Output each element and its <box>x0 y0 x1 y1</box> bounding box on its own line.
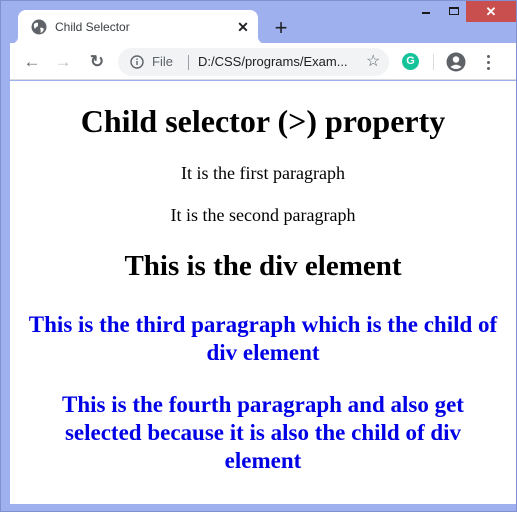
maximize-icon <box>449 7 459 15</box>
back-arrow-icon[interactable]: ← <box>20 50 44 74</box>
first-paragraph: It is the first paragraph <box>181 163 345 183</box>
window-close-button[interactable]: ✕ <box>466 1 516 22</box>
globe-icon <box>31 19 47 35</box>
info-icon[interactable] <box>130 55 144 69</box>
page-viewport: Child selector (>) property It is the fi… <box>10 81 516 504</box>
reload-icon[interactable]: ↻ <box>85 50 109 74</box>
address-bar[interactable]: File D:/CSS/programs/Exam... ☆ <box>118 48 389 76</box>
tab-child-selector[interactable]: Child Selector ✕ <box>10 10 266 44</box>
page-heading: Child selector (>) property <box>80 103 446 139</box>
minimize-icon <box>422 12 430 14</box>
omnibox-divider <box>188 55 189 70</box>
new-tab-button[interactable]: + <box>267 14 295 42</box>
second-paragraph: It is the second paragraph <box>170 205 356 225</box>
tab-strip: Child Selector ✕ + ✕ <box>1 1 517 44</box>
tab-title: Child Selector <box>55 20 130 34</box>
bookmark-star-icon[interactable]: ☆ <box>366 53 380 71</box>
toolbar-divider <box>433 54 434 70</box>
browser-toolbar: ← → ↻ File D:/CSS/programs/Exam... ☆ G <box>10 43 516 80</box>
tab-close-icon[interactable]: ✕ <box>235 19 251 35</box>
grammarly-extension-icon[interactable]: G <box>402 53 419 70</box>
div-heading: This is the div element <box>124 250 402 282</box>
account-circle-icon[interactable] <box>446 52 466 72</box>
scheme-label: File <box>152 54 173 69</box>
grammarly-glyph: G <box>406 55 415 67</box>
fourth-paragraph: This is the fourth paragraph and also ge… <box>62 392 464 473</box>
more-vert-icon[interactable] <box>484 52 494 72</box>
browser-window: Child Selector ✕ + ✕ ← → ↻ File D:/CSS/p… <box>0 0 517 512</box>
forward-arrow-icon[interactable]: → <box>51 50 75 74</box>
url-text[interactable]: D:/CSS/programs/Exam... <box>198 54 348 70</box>
third-paragraph: This is the third paragraph which is the… <box>28 312 498 365</box>
